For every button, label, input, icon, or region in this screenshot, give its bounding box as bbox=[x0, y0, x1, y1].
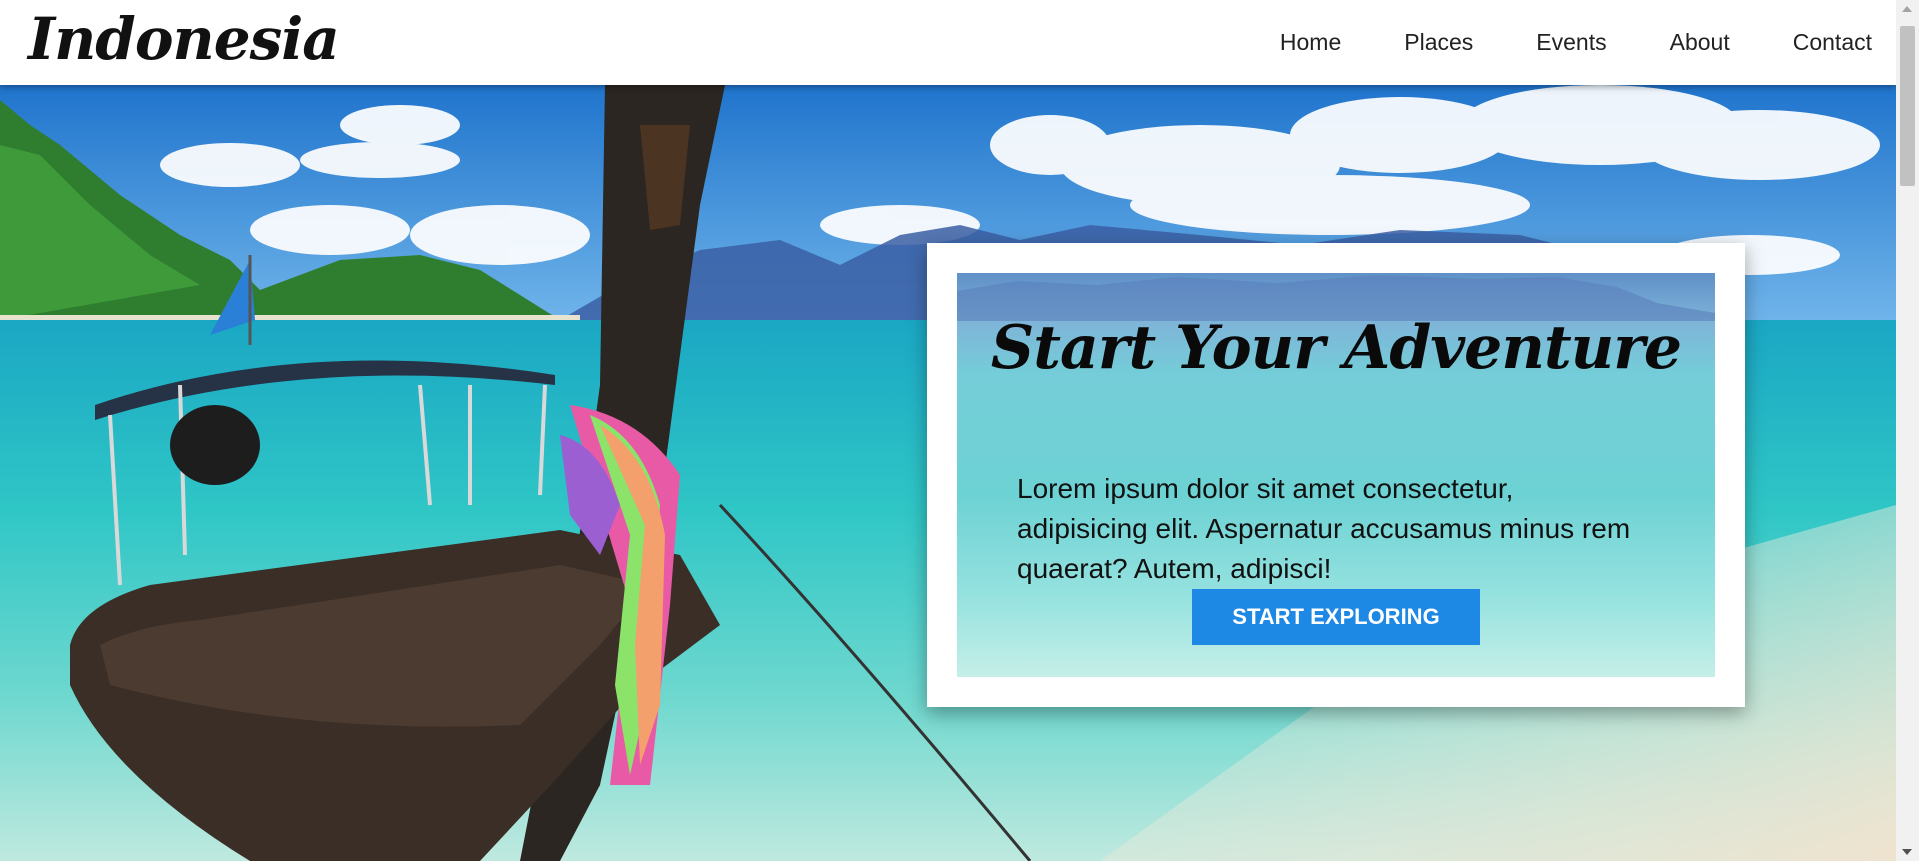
site-logo[interactable]: Indonesia bbox=[28, 2, 340, 76]
scroll-down-arrow-icon[interactable] bbox=[1902, 849, 1912, 855]
scroll-thumb[interactable] bbox=[1900, 26, 1915, 186]
hero-section: Start Your Adventure Lorem ipsum dolor s… bbox=[0, 85, 1896, 861]
page-scrollbar[interactable] bbox=[1896, 0, 1919, 861]
start-exploring-button[interactable]: START EXPLORING bbox=[1192, 589, 1480, 645]
nav-about-link[interactable]: About bbox=[1670, 29, 1730, 56]
hero-card-inner: Start Your Adventure Lorem ipsum dolor s… bbox=[957, 273, 1715, 677]
nav-events-link[interactable]: Events bbox=[1536, 29, 1606, 56]
hero-description: Lorem ipsum dolor sit amet consectetur, … bbox=[1017, 473, 1631, 584]
scroll-up-arrow-icon[interactable] bbox=[1902, 6, 1912, 12]
hero-title: Start Your Adventure bbox=[990, 313, 1682, 383]
nav-contact-link[interactable]: Contact bbox=[1793, 29, 1872, 56]
site-header: Indonesia Home Places Events About Conta… bbox=[0, 0, 1896, 85]
nav-places-link[interactable]: Places bbox=[1404, 29, 1473, 56]
nav-home-link[interactable]: Home bbox=[1280, 29, 1341, 56]
main-nav: Home Places Events About Contact bbox=[1217, 0, 1872, 85]
hero-card: Start Your Adventure Lorem ipsum dolor s… bbox=[927, 243, 1745, 707]
